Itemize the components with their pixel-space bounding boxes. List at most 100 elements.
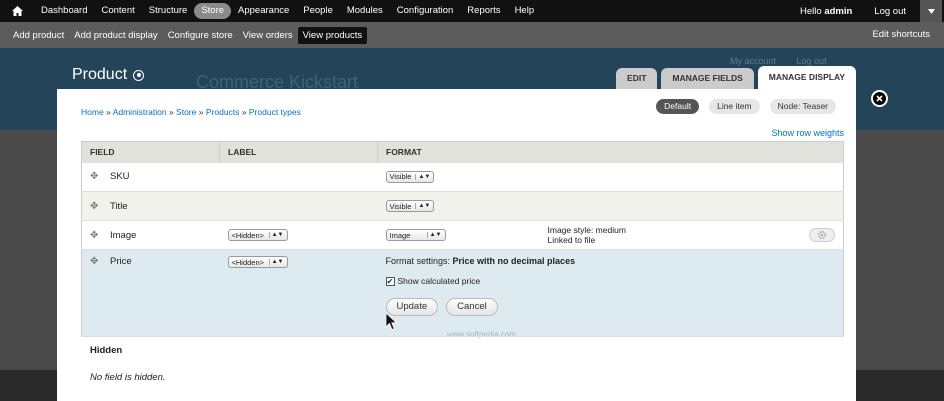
format-settings-value: Price with no decimal places [452, 256, 576, 266]
drag-handle-icon[interactable]: ✥ [90, 256, 100, 267]
label-select[interactable]: <Hidden> ▲▼ [227, 256, 288, 268]
format-cell: Visible ▲▼ [377, 191, 540, 221]
shortcut-add-product-display[interactable]: Add product display [69, 27, 162, 44]
drag-handle-icon[interactable]: ✥ [90, 230, 100, 241]
drag-handle-icon[interactable]: ✥ [90, 171, 100, 182]
close-overlay-button[interactable] [871, 90, 888, 107]
subtab-line-item[interactable]: Line item [709, 99, 760, 114]
summary-line: Image style: medium [547, 225, 626, 235]
summary-line: Linked to file [547, 235, 596, 245]
shortcut-view-products[interactable]: View products [297, 26, 368, 44]
label-cell: <Hidden> ▲▼ [219, 220, 378, 250]
tab-manage-display[interactable]: MANAGE DISPLAY [757, 66, 856, 89]
format-summary: Image style: medium Linked to file [548, 225, 626, 245]
format-settings-actions: Update Cancel [385, 298, 836, 316]
shortcuts-toggle-button[interactable] [920, 0, 942, 22]
breadcrumb-store[interactable]: Store [176, 107, 196, 117]
field-name: Image [110, 229, 137, 241]
breadcrumb-product-types[interactable]: Product types [249, 107, 301, 117]
shortcut-configure-store[interactable]: Configure store [163, 27, 238, 44]
format-cell: Image ▲▼ [377, 220, 540, 250]
toolbar-item-help[interactable]: Help [508, 0, 542, 22]
select-arrow-icon: ▲▼ [268, 259, 284, 265]
user-greeting: Hello admin [792, 6, 860, 17]
admin-toolbar: Dashboard Content Structure Store Appear… [0, 0, 944, 22]
tab-manage-fields[interactable]: MANAGE FIELDS [661, 68, 754, 89]
overlay-title: Product [72, 66, 145, 84]
format-settings-heading: Format settings: Price with no decimal p… [386, 256, 836, 266]
tab-edit[interactable]: EDIT [616, 68, 658, 89]
summary-cell [539, 191, 844, 221]
toolbar-item-content[interactable]: Content [94, 0, 141, 22]
show-calculated-price-checkbox[interactable]: ✔ [385, 276, 395, 286]
shortcut-add-product[interactable]: Add product [8, 27, 69, 44]
format-settings-button[interactable] [809, 228, 835, 242]
breadcrumb-administration[interactable]: Administration [113, 107, 167, 117]
format-select-value: Image [389, 230, 411, 240]
subtab-default[interactable]: Default [656, 99, 700, 114]
home-icon[interactable] [0, 0, 34, 22]
shortcut-star-icon[interactable] [133, 69, 145, 81]
field-display-table: FIELD LABEL FORMAT ✥ SKU Visible ▲▼ ✥ Title… [81, 141, 844, 337]
close-icon [876, 95, 883, 102]
summary-cell [539, 162, 844, 192]
shortcut-view-orders[interactable]: View orders [238, 27, 298, 44]
label-cell: <Hidden> ▲▼ [219, 249, 378, 337]
breadcrumb-separator: » [168, 107, 174, 117]
format-select[interactable]: Image ▲▼ [385, 229, 446, 241]
subtab-node-teaser[interactable]: Node: Teaser [769, 99, 836, 114]
hidden-section-message: No field is hidden. [90, 372, 166, 383]
field-cell: ✥ Image [81, 220, 220, 250]
cancel-button[interactable]: Cancel [446, 298, 498, 316]
field-cell: ✥ Price [81, 249, 220, 337]
table-row: ✥ Image <Hidden> ▲▼ Image ▲▼ Image style: m… [81, 220, 844, 250]
toolbar-item-dashboard[interactable]: Dashboard [34, 0, 94, 22]
logout-link[interactable]: Log out [860, 6, 920, 17]
field-name: Price [110, 256, 132, 267]
mouse-cursor-icon [386, 313, 398, 331]
label-select[interactable]: <Hidden> ▲▼ [227, 229, 288, 241]
page-title: Product [72, 66, 128, 83]
table-row-editing: ✥ Price <Hidden> ▲▼ Format settings: Price… [81, 249, 844, 337]
column-header-label: LABEL [219, 141, 378, 163]
show-row-weights-link[interactable]: Show row weights [771, 128, 844, 138]
label-cell [219, 162, 378, 192]
select-arrow-icon: ▲▼ [268, 232, 284, 238]
show-calculated-price-option: ✔ Show calculated price [385, 276, 836, 286]
table-header-row: FIELD LABEL FORMAT [81, 141, 844, 163]
toolbar-item-appearance[interactable]: Appearance [231, 0, 296, 22]
table-row: ✥ Title Visible ▲▼ [81, 191, 844, 221]
divider [81, 336, 844, 337]
watermark-text: www.softpedia.com [447, 330, 516, 339]
toolbar-item-store[interactable]: Store [194, 3, 232, 19]
format-select-value: Visible [389, 201, 412, 211]
toolbar-item-people[interactable]: People [296, 0, 340, 22]
select-arrow-icon: ▲▼ [415, 203, 430, 209]
gear-icon [817, 230, 827, 240]
toolbar-item-modules[interactable]: Modules [340, 0, 390, 22]
toolbar-item-reports[interactable]: Reports [460, 0, 507, 22]
breadcrumb-separator: » [106, 107, 111, 117]
table-row: ✥ SKU Visible ▲▼ [81, 162, 844, 192]
breadcrumb-home[interactable]: Home [81, 107, 104, 117]
checkbox-label[interactable]: Show calculated price [398, 276, 481, 286]
label-select-value: <Hidden> [231, 257, 265, 267]
format-settings-cell: Format settings: Price with no decimal p… [377, 249, 844, 337]
format-select[interactable]: Visible ▲▼ [385, 170, 434, 183]
toolbar-item-structure[interactable]: Structure [142, 0, 195, 22]
field-name: Title [110, 200, 128, 212]
shortcuts-bar: Add product Add product display Configur… [0, 22, 944, 48]
hidden-section-title: Hidden [90, 345, 123, 356]
edit-shortcuts-link[interactable]: Edit shortcuts [872, 22, 930, 48]
toolbar-item-configuration[interactable]: Configuration [390, 0, 461, 22]
column-header-field: FIELD [81, 141, 220, 163]
column-header-format: FORMAT [377, 141, 844, 163]
drag-handle-icon[interactable]: ✥ [90, 201, 100, 212]
chevron-down-icon [927, 8, 935, 14]
field-cell: ✥ Title [81, 191, 220, 221]
format-select[interactable]: Visible ▲▼ [385, 200, 434, 212]
background-user-links: My account Log out [730, 56, 845, 66]
breadcrumb-separator: » [198, 107, 204, 117]
username-link[interactable]: admin [824, 6, 852, 17]
breadcrumb-products[interactable]: Products [206, 107, 240, 117]
